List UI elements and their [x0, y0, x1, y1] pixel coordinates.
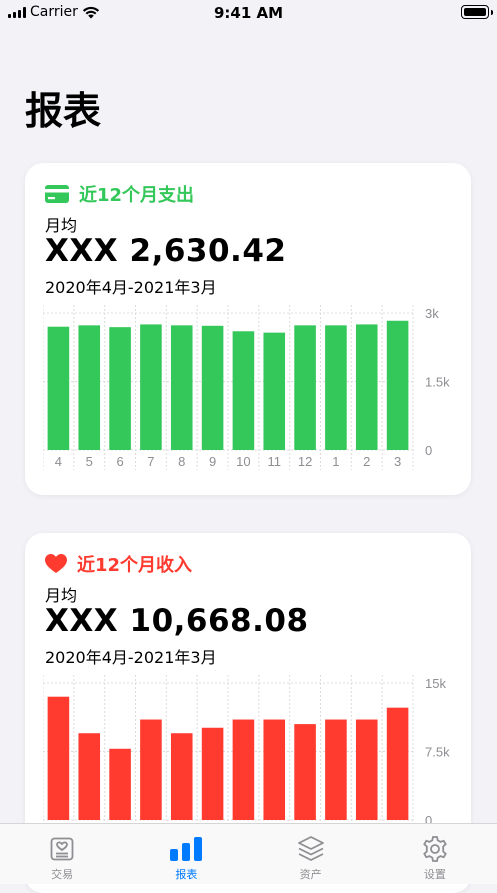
chart-bar: [109, 327, 131, 450]
income-card-title: 近12个月收入: [77, 555, 193, 576]
bar-chart-icon: [170, 835, 203, 863]
chart-bar: [78, 325, 101, 450]
expense-date-range: 2020年4月-2021年3月: [45, 278, 217, 297]
chart-bar: [325, 719, 347, 820]
x-tick-label: 8: [178, 454, 185, 469]
x-tick-label: 10: [236, 454, 250, 469]
x-tick-label: 2: [363, 454, 370, 469]
chart-bar: [170, 733, 193, 820]
chart-bar: [232, 719, 255, 820]
page-title: 报表: [25, 89, 102, 133]
x-tick-label: 3: [394, 454, 401, 469]
chart-bar: [47, 696, 70, 820]
chart-bar: [294, 325, 316, 450]
x-tick-label: 12: [298, 454, 312, 469]
chart-bar: [355, 324, 378, 450]
chart-bar: [386, 320, 409, 450]
receipt-icon: [50, 835, 74, 863]
x-tick-label: 4: [55, 454, 62, 469]
expense-card-header: 近12个月支出: [45, 181, 194, 207]
chart-bar: [355, 719, 378, 820]
y-tick-label: 3k: [425, 306, 439, 321]
x-tick-label: 6: [116, 454, 123, 469]
income-amount: XXX 10,668.08: [45, 603, 309, 639]
tab-assets-label: 资产: [299, 868, 322, 881]
x-tick-label: 1: [332, 454, 339, 469]
heart-icon: [45, 554, 67, 573]
expense-chart: 4 5 6 7 8 9 10 11 12 1 2 3 3k 1.5k 0: [43, 303, 461, 471]
chart-bar: [78, 733, 101, 820]
layers-icon: [297, 835, 325, 863]
chart-bar: [325, 325, 347, 450]
tab-settings[interactable]: 设置: [373, 824, 497, 884]
income-date-range: 2020年4月-2021年3月: [45, 648, 217, 667]
battery-icon: [461, 5, 493, 19]
tab-reports[interactable]: 报表: [124, 824, 248, 884]
tab-transactions-label: 交易: [51, 868, 74, 881]
y-tick-label: 1.5k: [425, 375, 450, 390]
x-tick-label: 5: [86, 454, 93, 469]
expense-card[interactable]: 近12个月支出 月均 XXX 2,630.42 2020年4月-2021年3月 …: [25, 163, 471, 495]
chart-bar: [170, 325, 193, 450]
x-tick-label: 9: [209, 454, 216, 469]
chart-bar: [263, 719, 286, 820]
y-tick-label: 7.5k: [425, 745, 450, 760]
chart-bar: [386, 707, 409, 820]
income-chart: 45678910111212315k7.5k0: [43, 673, 461, 841]
x-tick-label: 11: [268, 454, 282, 469]
expense-amount: XXX 2,630.42: [45, 233, 287, 269]
tab-reports-label: 报表: [175, 868, 198, 881]
chart-bar: [201, 727, 224, 820]
x-tick-label: 7: [147, 454, 154, 469]
expense-card-title: 近12个月支出: [79, 185, 195, 206]
gear-icon: [421, 835, 449, 863]
income-card-header: 近12个月收入: [45, 551, 192, 577]
chart-bar: [263, 332, 286, 450]
y-tick-label: 15k: [425, 676, 446, 691]
chart-bar: [201, 325, 224, 450]
y-tick-label: 0: [425, 443, 432, 458]
credit-card-icon: [45, 185, 69, 203]
chart-bar: [140, 719, 162, 820]
chart-bar: [47, 326, 70, 450]
status-time: 9:41 AM: [213, 4, 284, 22]
tab-settings-label: 设置: [423, 868, 446, 881]
tab-assets[interactable]: 资产: [249, 824, 373, 884]
chart-bar: [232, 331, 255, 450]
chart-bar: [109, 748, 131, 820]
tab-transactions[interactable]: 交易: [0, 824, 124, 884]
chart-bar: [294, 724, 316, 820]
status-bar: Carrier 9:41 AM: [0, 0, 497, 28]
tab-bar: 交易 报表 资产 设置: [0, 823, 497, 884]
chart-bar: [140, 324, 162, 450]
